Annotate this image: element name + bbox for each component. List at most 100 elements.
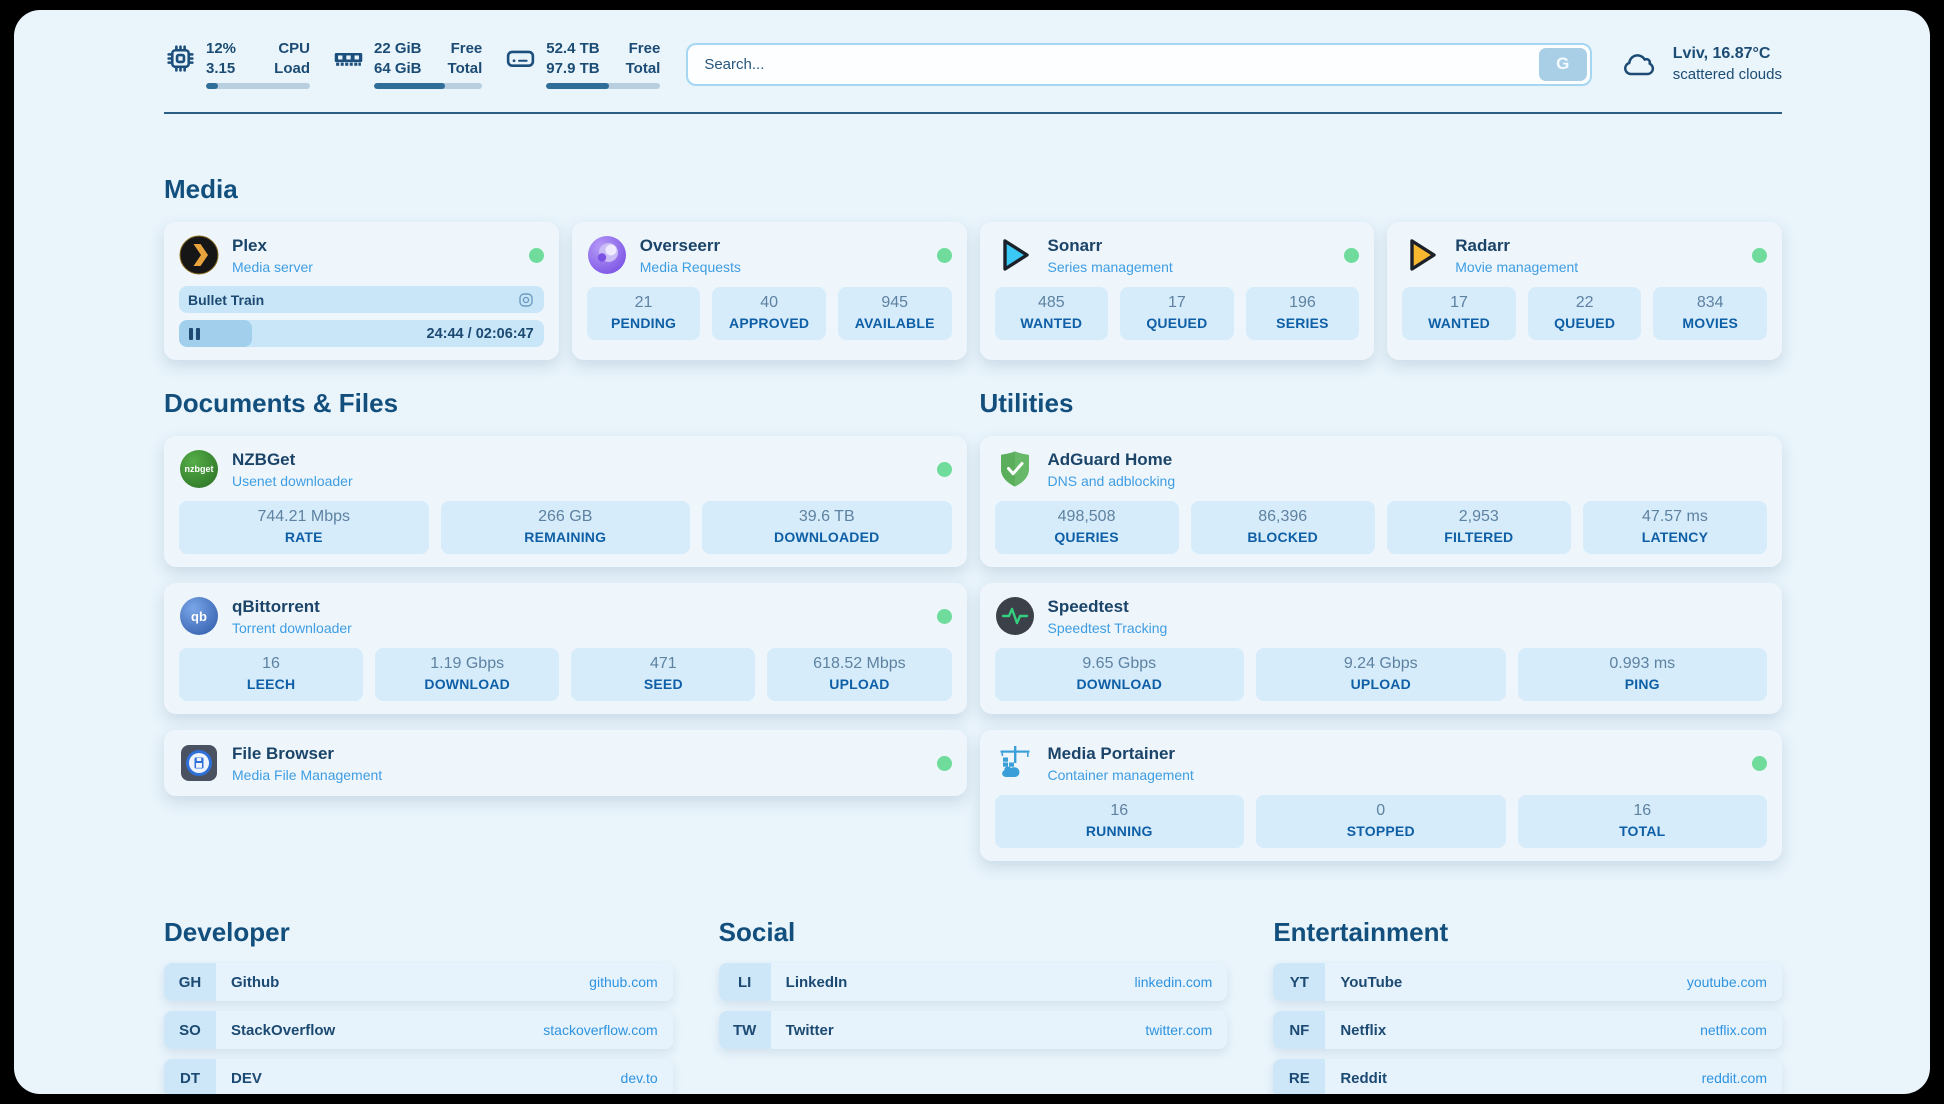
- section-documents: Documents & Files nzbget NZBGet: [164, 388, 967, 796]
- link-url[interactable]: github.com: [589, 974, 657, 990]
- app-card-filebrowser[interactable]: File Browser Media File Management: [164, 730, 967, 796]
- stat-tile: 834 MOVIES: [1653, 287, 1767, 340]
- adguard-icon: [995, 449, 1035, 489]
- stat-tile: 39.6 TB DOWNLOADED: [702, 501, 952, 554]
- svg-text:qb: qb: [191, 609, 207, 624]
- app-card-qbittorrent[interactable]: qb qBittorrent Torrent downloader 16 LEE…: [164, 583, 967, 714]
- app-title: File Browser: [232, 744, 382, 764]
- section-developer: Developer GH Github github.com SO StackO…: [164, 917, 673, 1094]
- link-name: YouTube: [1340, 974, 1402, 991]
- app-subtitle: Torrent downloader: [232, 620, 352, 636]
- stat-tile: 86,396 BLOCKED: [1191, 501, 1375, 554]
- disk-values: 52.4 TB 97.9 TB: [546, 39, 599, 78]
- link-abbr-badge: RE: [1273, 1059, 1325, 1094]
- documents-section-title: Documents & Files: [164, 388, 967, 419]
- disk-progress-fill: [546, 83, 609, 89]
- session-icon[interactable]: [517, 291, 535, 309]
- app-subtitle: Series management: [1048, 259, 1173, 275]
- link-abbr-badge: SO: [164, 1011, 216, 1049]
- app-card-radarr[interactable]: Radarr Movie management 17 WANTED 22 QUE…: [1387, 222, 1782, 360]
- link-row-netflix[interactable]: NF Netflix netflix.com: [1273, 1011, 1782, 1049]
- app-title: Speedtest: [1048, 597, 1168, 617]
- now-playing-title: Bullet Train: [188, 292, 264, 308]
- link-row-stackoverflow[interactable]: SO StackOverflow stackoverflow.com: [164, 1011, 673, 1049]
- app-title: qBittorrent: [232, 597, 352, 617]
- cpu-progress-fill: [206, 83, 218, 89]
- status-dot: [937, 248, 952, 263]
- link-name: Netflix: [1340, 1022, 1386, 1039]
- stat-tile: 16 LEECH: [179, 648, 363, 701]
- link-row-twitter[interactable]: TW Twitter twitter.com: [719, 1011, 1228, 1049]
- top-bar: 12% 3.15 CPU Load: [164, 34, 1782, 94]
- stat-tile: 266 GB REMAINING: [441, 501, 691, 554]
- link-url[interactable]: reddit.com: [1702, 1070, 1767, 1086]
- link-url[interactable]: twitter.com: [1145, 1022, 1212, 1038]
- section-media: Media Plex Media server: [164, 174, 1782, 360]
- ram-stat: 22 GiB 64 GiB Free Total: [332, 39, 482, 89]
- app-title: Sonarr: [1048, 236, 1173, 256]
- stat-tile: 22 QUEUED: [1528, 287, 1642, 340]
- app-title: Media Portainer: [1048, 744, 1194, 764]
- sonarr-icon: [995, 235, 1035, 275]
- disk-icon: [504, 42, 537, 75]
- app-card-overseerr[interactable]: Overseerr Media Requests 21 PENDING 40 A…: [572, 222, 967, 360]
- svg-text:nzbget: nzbget: [185, 464, 214, 474]
- link-abbr-badge: NF: [1273, 1011, 1325, 1049]
- search-input[interactable]: [686, 43, 1591, 86]
- link-url[interactable]: linkedin.com: [1135, 974, 1213, 990]
- ram-progress-track: [374, 83, 482, 89]
- pause-icon[interactable]: [189, 328, 200, 340]
- app-card-portainer[interactable]: Media Portainer Container management 16 …: [980, 730, 1783, 861]
- ram-icon: [332, 42, 365, 75]
- app-card-sonarr[interactable]: Sonarr Series management 485 WANTED 17 Q…: [980, 222, 1375, 360]
- qbittorrent-icon: qb: [179, 596, 219, 636]
- app-subtitle: Movie management: [1455, 259, 1578, 275]
- app-subtitle: Usenet downloader: [232, 473, 353, 489]
- link-row-linkedin[interactable]: LI LinkedIn linkedin.com: [719, 963, 1228, 1001]
- media-section-title: Media: [164, 174, 1782, 205]
- status-dot: [937, 756, 952, 771]
- stat-tile: 1.19 Gbps DOWNLOAD: [375, 648, 559, 701]
- disk-labels: Free Total: [626, 39, 661, 78]
- link-url[interactable]: stackoverflow.com: [543, 1022, 657, 1038]
- link-row-youtube[interactable]: YT YouTube youtube.com: [1273, 963, 1782, 1001]
- link-name: Twitter: [786, 1022, 834, 1039]
- ram-labels: Free Total: [448, 39, 483, 78]
- media-grid: Plex Media server Bullet Train: [164, 222, 1782, 360]
- link-url[interactable]: netflix.com: [1700, 1022, 1767, 1038]
- cpu-values: 12% 3.15: [206, 39, 236, 78]
- app-card-speedtest[interactable]: Speedtest Speedtest Tracking 9.65 Gbps D…: [980, 583, 1783, 714]
- weather-widget: Lviv, 16.87°C scattered clouds: [1620, 44, 1782, 84]
- status-dot: [1752, 756, 1767, 771]
- link-row-github[interactable]: GH Github github.com: [164, 963, 673, 1001]
- link-row-reddit[interactable]: RE Reddit reddit.com: [1273, 1059, 1782, 1094]
- now-playing-row: Bullet Train: [179, 286, 544, 313]
- app-card-adguard[interactable]: AdGuard Home DNS and adblocking 498,508 …: [980, 436, 1783, 567]
- stat-tile: 17 QUEUED: [1120, 287, 1234, 340]
- link-sections: Developer GH Github github.com SO StackO…: [164, 917, 1782, 1094]
- app-title: Plex: [232, 236, 313, 256]
- stat-tile: 0 STOPPED: [1256, 795, 1506, 848]
- link-url[interactable]: dev.to: [621, 1070, 658, 1086]
- stat-tile: 9.65 Gbps DOWNLOAD: [995, 648, 1245, 701]
- app-subtitle: Media Requests: [640, 259, 741, 275]
- app-card-plex[interactable]: Plex Media server Bullet Train: [164, 222, 559, 360]
- app-subtitle: Speedtest Tracking: [1048, 620, 1168, 636]
- stat-tile: 2,953 FILTERED: [1387, 501, 1571, 554]
- link-name: StackOverflow: [231, 1022, 335, 1039]
- link-url[interactable]: youtube.com: [1687, 974, 1767, 990]
- status-dot: [937, 609, 952, 624]
- hardware-stats: 12% 3.15 CPU Load: [164, 39, 660, 89]
- app-card-nzbget[interactable]: nzbget NZBGet Usenet downloader 744.21 M…: [164, 436, 967, 567]
- playback-time: 24:44 / 02:06:47: [427, 326, 534, 342]
- stat-tile: 945 AVAILABLE: [838, 287, 952, 340]
- search-provider-button[interactable]: G: [1539, 48, 1587, 81]
- radarr-icon: [1402, 235, 1442, 275]
- ram-values: 22 GiB 64 GiB: [374, 39, 422, 78]
- utilities-section-title: Utilities: [980, 388, 1783, 419]
- app-title: Radarr: [1455, 236, 1578, 256]
- portainer-icon: [995, 743, 1035, 783]
- link-row-dev[interactable]: DT DEV dev.to: [164, 1059, 673, 1094]
- cpu-stat: 12% 3.15 CPU Load: [164, 39, 310, 89]
- app-title: NZBGet: [232, 450, 353, 470]
